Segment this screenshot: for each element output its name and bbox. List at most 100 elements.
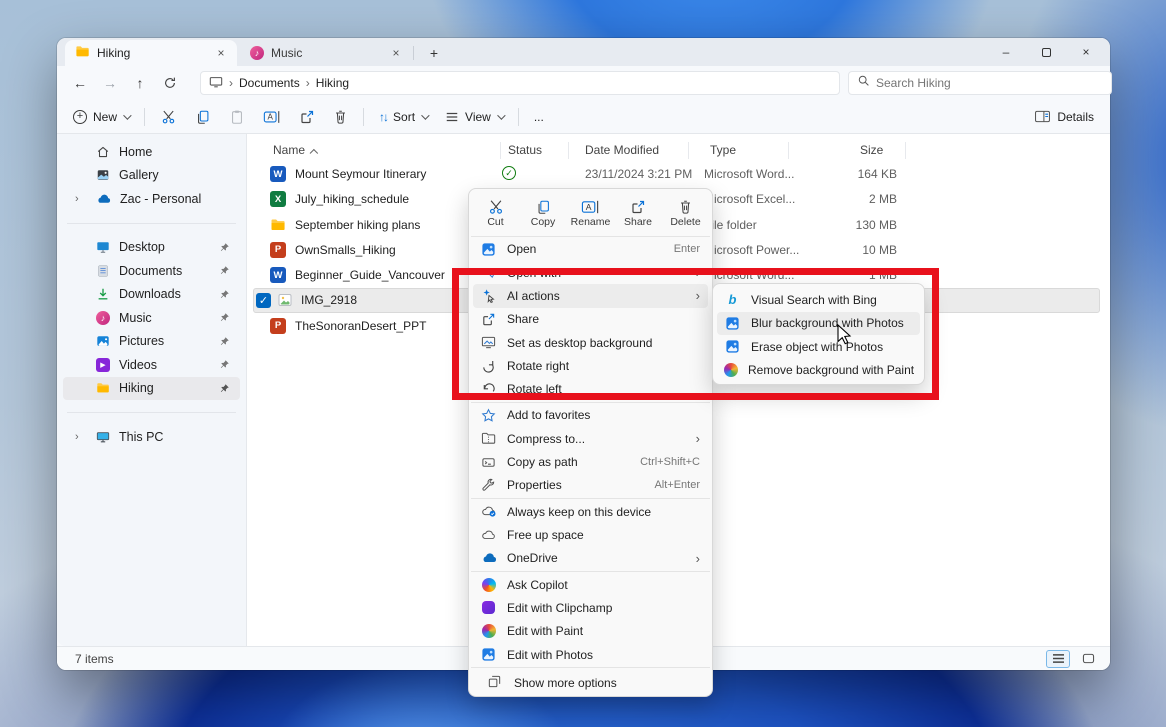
file-size: 10 MB — [787, 243, 897, 257]
rename-quick-button[interactable]: A Rename — [570, 199, 612, 228]
file-row[interactable]: W Mount Seymour Itinerary ✓ 23/11/2024 3… — [247, 162, 1110, 187]
column-header-status[interactable]: Status — [508, 143, 542, 157]
tab-close-icon[interactable]: × — [213, 45, 229, 61]
checkbox-checked-icon[interactable]: ✓ — [256, 293, 271, 308]
menu-item-properties[interactable]: Properties Alt+Enter — [473, 474, 708, 497]
sidebar-item-onedrive-personal[interactable]: › Zac - Personal — [63, 187, 240, 211]
share-button[interactable] — [291, 104, 323, 130]
new-button[interactable]: + New — [65, 104, 137, 130]
details-pane-button[interactable]: Details — [1026, 104, 1102, 130]
column-header-type[interactable]: Type — [710, 143, 736, 157]
column-divider[interactable] — [905, 142, 906, 159]
column-divider[interactable] — [568, 142, 569, 159]
maximize-button[interactable] — [1026, 38, 1066, 66]
title-bar[interactable]: Hiking × ♪ Music × + – × — [57, 38, 1110, 66]
submenu-item-erase-object-photos[interactable]: Erase object with Photos — [717, 335, 920, 359]
downloads-icon — [96, 287, 110, 301]
column-header-name[interactable]: Name — [273, 143, 319, 157]
menu-item-ai-actions[interactable]: AI actions › — [473, 284, 708, 307]
submenu-item-blur-background-photos[interactable]: Blur background with Photos — [717, 312, 920, 336]
column-divider[interactable] — [688, 142, 689, 159]
column-header-size[interactable]: Size — [860, 143, 883, 157]
menu-divider — [471, 402, 710, 403]
rename-button[interactable]: A — [255, 104, 289, 130]
refresh-button[interactable] — [155, 70, 185, 96]
sidebar-item-music[interactable]: ♪ Music — [63, 306, 240, 330]
file-name: Mount Seymour Itinerary — [295, 167, 426, 181]
menu-item-free-up-space[interactable]: Free up space — [473, 523, 708, 546]
search-box[interactable] — [848, 71, 1112, 95]
menu-item-always-keep-on-device[interactable]: Always keep on this device — [473, 500, 708, 523]
copy-quick-button[interactable]: Copy — [522, 199, 564, 228]
tab-music[interactable]: ♪ Music × — [240, 40, 412, 66]
column-divider[interactable] — [500, 142, 501, 159]
menu-item-edit-with-photos[interactable]: Edit with Photos — [473, 643, 708, 666]
submenu-item-visual-search-bing[interactable]: b Visual Search with Bing — [717, 288, 920, 312]
column-divider[interactable] — [788, 142, 789, 159]
sidebar-label: Zac - Personal — [120, 192, 201, 206]
tab-hiking[interactable]: Hiking × — [65, 40, 237, 66]
sidebar-item-hiking[interactable]: Hiking — [63, 377, 240, 401]
sidebar-item-downloads[interactable]: Downloads — [63, 283, 240, 307]
chevron-right-icon[interactable]: › — [75, 193, 79, 205]
cut-quick-button[interactable]: Cut — [475, 199, 517, 228]
sidebar-item-desktop[interactable]: Desktop — [63, 236, 240, 260]
file-name: Beginner_Guide_Vancouver — [295, 268, 445, 282]
menu-item-edit-with-paint[interactable]: Edit with Paint — [473, 620, 708, 643]
pin-icon — [219, 265, 230, 276]
sort-button[interactable]: ↑↓ Sort — [371, 104, 435, 130]
view-button[interactable]: View — [437, 104, 511, 130]
share-quick-button[interactable]: Share — [617, 199, 659, 228]
new-tab-button[interactable]: + — [423, 43, 445, 63]
cut-button[interactable] — [152, 104, 185, 130]
search-input[interactable] — [876, 76, 1103, 90]
toolbar-divider — [518, 108, 519, 126]
paste-button[interactable] — [221, 104, 253, 130]
menu-item-set-desktop-background[interactable]: Set as desktop background — [473, 331, 708, 354]
menu-item-open-with[interactable]: Open with › — [473, 261, 708, 284]
sidebar-item-gallery[interactable]: Gallery — [63, 164, 240, 188]
menu-item-add-to-favorites[interactable]: Add to favorites — [473, 404, 708, 427]
breadcrumb-documents[interactable]: Documents — [239, 76, 300, 90]
trash-icon — [678, 199, 693, 215]
breadcrumb[interactable]: › Documents › Hiking — [200, 71, 840, 95]
more-options-button[interactable]: ... — [526, 104, 552, 130]
file-type: Microsoft Word... — [704, 167, 794, 181]
menu-item-rotate-left[interactable]: Rotate left — [473, 378, 708, 401]
copy-button[interactable] — [187, 104, 219, 130]
submenu-item-remove-background-paint[interactable]: Remove background with Paint — [717, 359, 920, 383]
chevron-right-icon[interactable]: › — [75, 431, 79, 443]
sidebar-item-this-pc[interactable]: › This PC — [63, 425, 240, 449]
sidebar-item-pictures[interactable]: Pictures — [63, 330, 240, 354]
column-header-date[interactable]: Date Modified — [585, 143, 659, 157]
menu-item-compress-to[interactable]: Compress to... › — [473, 427, 708, 450]
up-button[interactable]: ↑ — [125, 70, 155, 96]
details-view-toggle[interactable] — [1046, 650, 1070, 668]
context-menu: Cut Copy A Rename Share Delete Open — [468, 188, 713, 697]
pictures-icon — [96, 334, 110, 348]
delete-button[interactable] — [325, 104, 356, 130]
forward-button[interactable]: → — [95, 70, 125, 96]
menu-item-edit-with-clipchamp[interactable]: Edit with Clipchamp — [473, 596, 708, 619]
sidebar-item-videos[interactable]: ▶ Videos — [63, 353, 240, 377]
menu-item-onedrive[interactable]: OneDrive › — [473, 547, 708, 570]
menu-item-rotate-right[interactable]: Rotate right — [473, 354, 708, 377]
back-button[interactable]: ← — [65, 70, 95, 96]
cloud-check-icon — [480, 505, 497, 518]
delete-quick-button[interactable]: Delete — [665, 199, 707, 228]
sidebar-item-home[interactable]: Home — [63, 140, 240, 164]
tab-close-icon[interactable]: × — [388, 45, 404, 61]
menu-item-copy-as-path[interactable]: Copy as path Ctrl+Shift+C — [473, 450, 708, 473]
menu-item-ask-copilot[interactable]: Ask Copilot — [473, 573, 708, 596]
menu-item-share[interactable]: Share — [473, 308, 708, 331]
tab-label: Hiking — [97, 46, 206, 60]
menu-item-open[interactable]: Open Enter — [473, 238, 708, 261]
sidebar-item-documents[interactable]: Documents — [63, 259, 240, 283]
share-icon — [630, 199, 646, 215]
menu-item-show-more-options[interactable]: Show more options — [469, 669, 712, 696]
large-icons-view-toggle[interactable] — [1076, 650, 1100, 668]
close-button[interactable]: × — [1066, 38, 1106, 66]
minimize-button[interactable]: – — [986, 38, 1026, 66]
breadcrumb-hiking[interactable]: Hiking — [316, 76, 349, 90]
star-icon — [480, 408, 497, 423]
